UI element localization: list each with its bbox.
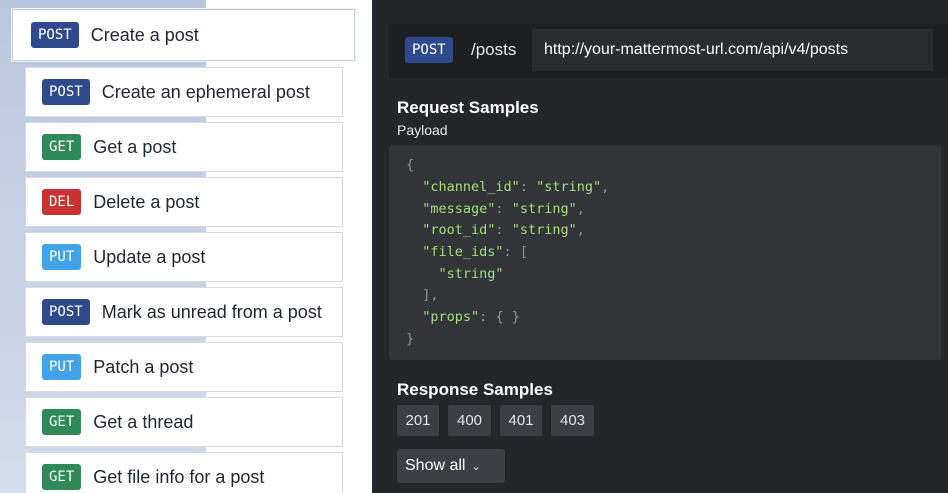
code-line: "message": "string", — [422, 201, 585, 217]
code-key: "file_ids" — [422, 244, 504, 260]
method-badge: POST — [42, 79, 90, 105]
sidebar-item-update-post[interactable]: PUT Update a post — [25, 232, 343, 282]
endpoint-path: /posts — [471, 40, 517, 59]
code-value: "string" — [536, 179, 602, 195]
sidebar-item-mark-unread[interactable]: POST Mark as unread from a post — [25, 287, 343, 337]
endpoint-method-badge: POST — [405, 37, 453, 63]
method-badge: GET — [42, 464, 82, 490]
code-key: "props" — [422, 309, 480, 325]
sidebar-item-get-file-info[interactable]: GET Get file info for a post — [25, 452, 343, 493]
code-value: "string" — [511, 222, 577, 238]
payload-code-block[interactable]: { "channel_id": "string", "message": "st… — [389, 145, 941, 360]
code-punctuation: ], — [422, 287, 439, 303]
code-line: } — [406, 329, 414, 351]
endpoint-sidebar: POST Create a post POST Create an epheme… — [0, 0, 372, 493]
code-punctuation: [ — [519, 244, 528, 260]
code-line: "file_ids": [ — [422, 244, 528, 260]
samples-panel: POST /posts http://your-mattermost-url.c… — [372, 0, 948, 493]
sidebar-item-create-ephemeral-post[interactable]: POST Create an ephemeral post — [25, 67, 343, 117]
response-tab-403[interactable]: 403 — [551, 405, 594, 436]
code-value: "string" — [511, 201, 577, 217]
method-badge: GET — [42, 409, 82, 435]
show-all-button[interactable]: Show all ⌄ — [397, 449, 505, 483]
code-key: "channel_id" — [422, 179, 520, 195]
sidebar-item-get-thread[interactable]: GET Get a thread — [25, 397, 343, 447]
sidebar-item-label: Mark as unread from a post — [101, 301, 322, 322]
code-key: "message" — [422, 201, 496, 217]
response-tab-400[interactable]: 400 — [448, 405, 491, 436]
sidebar-item-label: Get a post — [93, 136, 177, 157]
payload-label: Payload — [397, 122, 448, 138]
method-badge: GET — [42, 134, 82, 160]
method-badge: PUT — [42, 354, 82, 380]
sidebar-item-label: Get file info for a post — [93, 466, 265, 487]
sidebar-item-get-post[interactable]: GET Get a post — [25, 122, 343, 172]
response-samples-heading: Response Samples — [397, 380, 553, 399]
sidebar-item-patch-post[interactable]: PUT Patch a post — [25, 342, 343, 392]
code-line: "string" — [406, 264, 504, 286]
sidebar-item-label: Create a post — [90, 24, 199, 45]
sidebar-item-create-post[interactable]: POST Create a post — [12, 9, 355, 61]
response-tab-401[interactable]: 401 — [500, 405, 542, 436]
sidebar-item-label: Get a thread — [93, 411, 194, 432]
sidebar-item-label: Create an ephemeral post — [101, 81, 310, 102]
request-samples-heading: Request Samples — [397, 98, 539, 117]
method-badge: PUT — [42, 244, 82, 270]
code-punctuation: { — [406, 157, 415, 173]
code-punctuation: } — [406, 331, 415, 347]
code-line: "props": { } — [422, 309, 520, 325]
code-line: "channel_id": "string", — [422, 179, 610, 195]
code-line: "root_id": "string", — [422, 222, 585, 238]
chevron-down-icon: ⌄ — [471, 461, 481, 473]
response-tab-201[interactable]: 201 — [397, 405, 439, 436]
endpoint-bar: POST /posts http://your-mattermost-url.c… — [389, 24, 948, 78]
sidebar-item-label: Delete a post — [93, 191, 200, 212]
show-all-label: Show all — [405, 457, 466, 474]
code-line: ], — [406, 285, 439, 307]
endpoint-url[interactable]: http://your-mattermost-url.com/api/v4/po… — [532, 29, 933, 71]
sidebar-item-label: Update a post — [93, 246, 206, 267]
method-badge: POST — [31, 22, 79, 48]
sidebar-item-delete-post[interactable]: DEL Delete a post — [25, 177, 343, 227]
code-line: { — [406, 155, 414, 177]
method-badge: DEL — [42, 189, 82, 215]
code-value: "string" — [438, 266, 504, 282]
code-value: { } — [495, 309, 520, 325]
sidebar-item-label: Patch a post — [93, 356, 194, 377]
method-badge: POST — [42, 299, 90, 325]
code-key: "root_id" — [422, 222, 496, 238]
